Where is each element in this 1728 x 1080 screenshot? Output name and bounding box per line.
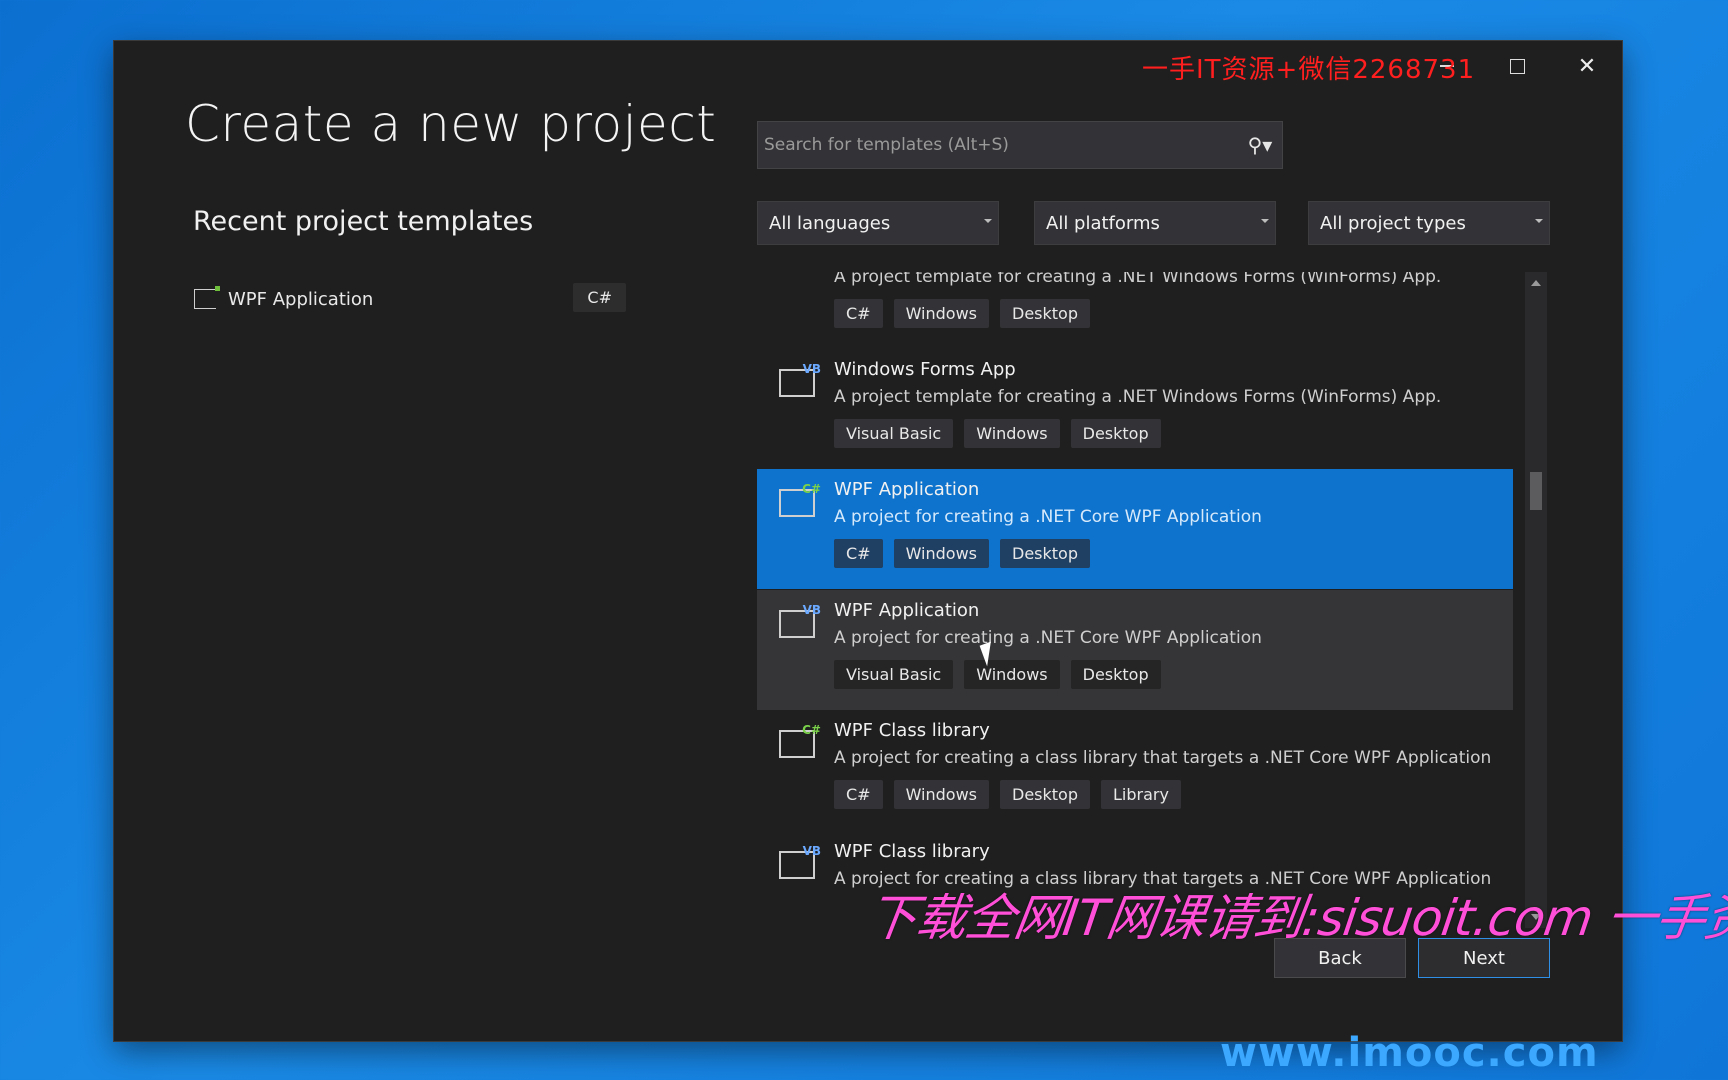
template-tags: Visual Basic Windows Desktop [834, 419, 1161, 448]
template-name: WPF Application [834, 479, 980, 500]
template-name: WPF Application [834, 600, 980, 621]
project-type-filter[interactable]: All project types [1308, 201, 1550, 245]
watermark-overlay: 下载全网IT网课请到:sisuoit.com 一手资源 同步追更! [863, 889, 1728, 947]
scroll-up-icon[interactable] [1531, 280, 1541, 286]
platform-filter-value: All platforms [1046, 212, 1160, 234]
template-description: A project for creating a .NET Core WPF A… [834, 628, 1262, 648]
chevron-down-icon [1261, 219, 1269, 223]
template-tags: C# Windows Desktop Library [834, 780, 1181, 809]
maximize-button[interactable] [1482, 41, 1552, 91]
language-filter[interactable]: All languages [757, 201, 999, 245]
wpf-template-icon: VB [779, 604, 821, 638]
template-description: A project for creating a .NET Core WPF A… [834, 507, 1262, 527]
recent-template-item[interactable]: WPF Application C# [194, 281, 626, 317]
maximize-icon [1509, 58, 1525, 74]
template-item-hover[interactable]: VB WPF Application A project for creatin… [757, 590, 1513, 710]
template-description: A project template for creating a .NET W… [834, 272, 1442, 287]
recent-template-name: WPF Application [228, 288, 374, 310]
recent-heading: Recent project templates [193, 206, 534, 237]
chevron-down-icon [984, 219, 992, 223]
template-tags: C# Windows Desktop [834, 539, 1090, 568]
winforms-template-icon: VB [779, 363, 821, 397]
tag: Desktop [1000, 780, 1090, 809]
tag: C# [834, 299, 883, 328]
tag: C# [834, 780, 883, 809]
tag: Windows [893, 780, 989, 809]
template-name: WPF Class library [834, 841, 990, 862]
close-icon: ✕ [1577, 53, 1597, 79]
template-description: A project template for creating a .NET W… [834, 387, 1442, 407]
wpf-template-icon [194, 286, 220, 309]
watermark-top: 一手IT资源+微信2268731 [1142, 55, 1476, 85]
tag: Windows [893, 539, 989, 568]
tag: Windows [964, 660, 1060, 689]
tag: Visual Basic [834, 660, 954, 689]
template-item-selected[interactable]: C# WPF Application A project for creatin… [757, 469, 1513, 589]
tag: Desktop [1070, 660, 1161, 689]
search-icon[interactable]: ⚲▾ [1238, 122, 1282, 168]
tag: C# [834, 539, 883, 568]
template-list: A project template for creating a .NET W… [757, 272, 1513, 928]
language-filter-value: All languages [769, 212, 891, 234]
wpf-library-icon: VB [779, 845, 821, 879]
tag: Desktop [1000, 539, 1090, 568]
wpf-template-icon: C# [779, 483, 821, 517]
template-tags: C# Windows Desktop [834, 299, 1090, 328]
template-item[interactable]: A project template for creating a .NET W… [757, 272, 1513, 349]
close-button[interactable]: ✕ [1552, 41, 1622, 91]
tag: Library [1100, 780, 1181, 809]
wpf-library-icon: C# [779, 724, 821, 758]
template-item[interactable]: C# WPF Class library A project for creat… [757, 710, 1513, 830]
search-input[interactable] [758, 121, 1238, 169]
platform-filter[interactable]: All platforms [1034, 201, 1276, 245]
recent-template-language: C# [573, 283, 626, 312]
tag: Desktop [1000, 299, 1090, 328]
template-name: Windows Forms App [834, 359, 1016, 380]
template-tags: Visual Basic Windows Desktop [834, 660, 1161, 689]
watermark-bottom-url: www.imooc.com [1220, 1030, 1599, 1076]
template-search-box: ⚲▾ [757, 121, 1283, 169]
tag: Visual Basic [834, 419, 954, 448]
page-title: Create a new project [185, 95, 717, 153]
chevron-down-icon [1535, 219, 1543, 223]
template-description: A project for creating a class library t… [834, 748, 1492, 768]
template-list-scrollbar[interactable] [1525, 272, 1547, 928]
tag: Desktop [1070, 419, 1161, 448]
project-type-filter-value: All project types [1320, 212, 1466, 234]
template-item[interactable]: VB Windows Forms App A project template … [757, 349, 1513, 469]
template-name: WPF Class library [834, 720, 990, 741]
scroll-thumb[interactable] [1530, 472, 1542, 510]
tag: Windows [964, 419, 1060, 448]
tag: Windows [893, 299, 989, 328]
